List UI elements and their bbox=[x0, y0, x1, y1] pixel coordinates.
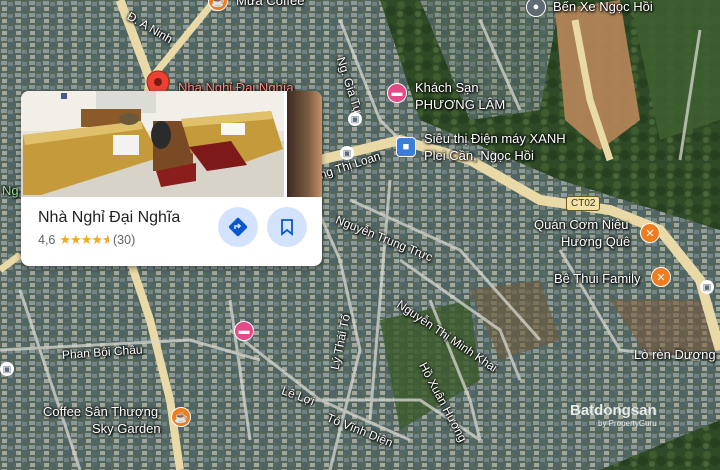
save-button[interactable] bbox=[267, 207, 307, 247]
place-photo-secondary[interactable] bbox=[287, 91, 322, 197]
bus-icon[interactable]: ▣ bbox=[348, 112, 362, 126]
poi-label-be-thui[interactable]: Bê Thui Family bbox=[554, 271, 640, 286]
left-edge-label: Ng bbox=[2, 183, 19, 198]
place-name[interactable]: Nhà Nghỉ Đại Nghĩa bbox=[38, 209, 180, 227]
hotel-icon[interactable]: ▬ bbox=[234, 321, 254, 341]
road-shield: CT02 bbox=[566, 196, 601, 211]
poi-label-khach-san-2[interactable]: PHƯƠNG LÂM bbox=[415, 97, 505, 112]
place-photo[interactable] bbox=[21, 91, 284, 197]
directions-icon bbox=[228, 217, 248, 237]
poi-label-lo-ren[interactable]: Lò rèn Dương bbox=[634, 347, 716, 362]
watermark: Batdongsan by PropertyGuru bbox=[570, 402, 657, 428]
place-card[interactable]: Nhà Nghỉ Đại Nghĩa 4,6 ★★★★★ (30) bbox=[21, 91, 322, 266]
cafe-icon[interactable]: ☕ bbox=[171, 407, 191, 427]
directions-button[interactable] bbox=[218, 207, 258, 247]
poi-label-quan-com-2[interactable]: Hương Quê bbox=[561, 234, 630, 249]
poi-label-sieu-thi-1[interactable]: Siêu thị Điện máy XANH bbox=[424, 131, 566, 146]
review-count[interactable]: (30) bbox=[113, 233, 135, 247]
bus-icon[interactable]: ▣ bbox=[700, 280, 714, 294]
bus-icon[interactable]: ▣ bbox=[0, 362, 14, 376]
rating-value: 4,6 bbox=[38, 233, 56, 247]
poi-label-coffee-2[interactable]: Sky Garden bbox=[92, 421, 161, 436]
poi-label-khach-san-1[interactable]: Khách Sạn bbox=[415, 80, 479, 95]
star-rating: ★★★★★ bbox=[59, 232, 110, 247]
poi-label-coffee-1[interactable]: Coffee Sân Thượng bbox=[43, 404, 158, 419]
poi-label-top[interactable]: Mưa Coffee bbox=[236, 0, 304, 8]
shopping-bag-icon[interactable]: ■ bbox=[396, 137, 416, 157]
bookmark-icon bbox=[281, 219, 293, 236]
poi-label-quan-com-1[interactable]: Quán Cơm Niêu bbox=[534, 217, 629, 232]
restaurant-icon[interactable]: ✕ bbox=[640, 223, 660, 243]
poi-label-ben-xe[interactable]: Bến Xe Ngọc Hồi bbox=[553, 0, 653, 14]
restaurant-icon[interactable]: ✕ bbox=[651, 267, 671, 287]
hotel-icon[interactable]: ▬ bbox=[387, 83, 407, 103]
poi-label-sieu-thi-2[interactable]: Plei Cần, Ngọc Hồi bbox=[424, 148, 534, 163]
rating-row[interactable]: 4,6 ★★★★★ (30) bbox=[38, 232, 135, 248]
